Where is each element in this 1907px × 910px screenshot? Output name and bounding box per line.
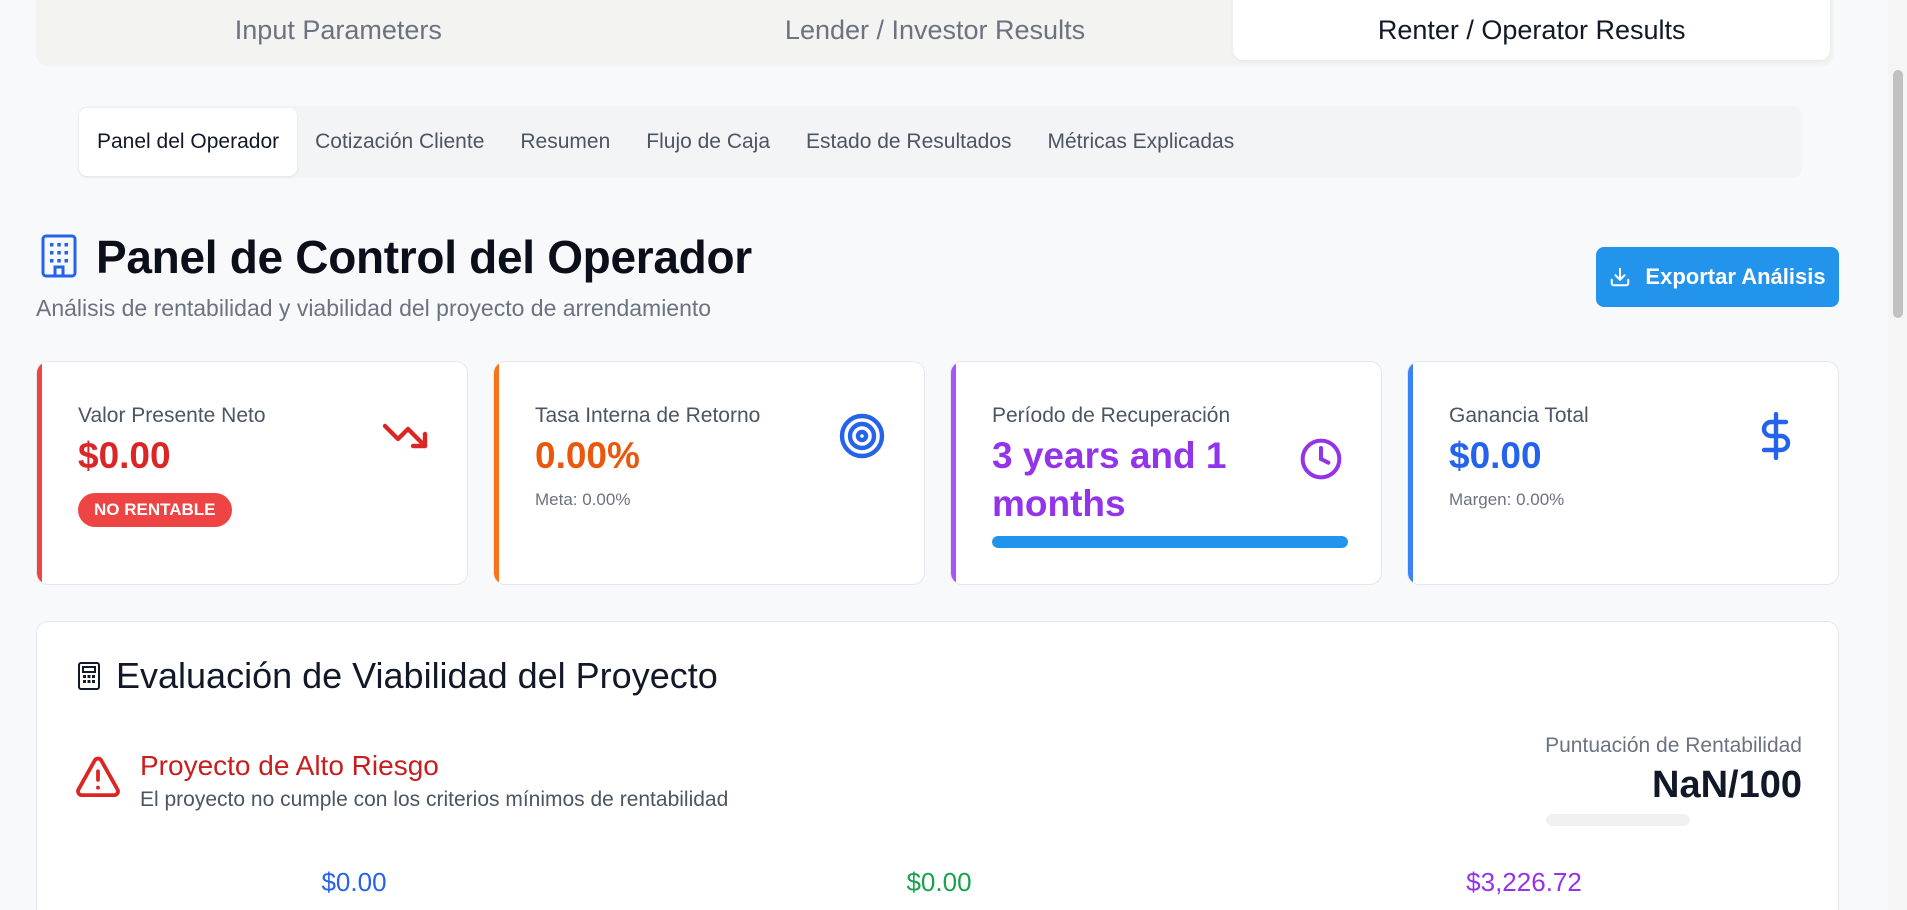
export-button-label: Exportar Análisis bbox=[1645, 264, 1826, 289]
scrollbar-thumb[interactable] bbox=[1893, 70, 1903, 318]
card-accent bbox=[494, 362, 499, 584]
download-icon bbox=[1611, 267, 1630, 287]
irr-label: Tasa Interna de Retorno bbox=[535, 404, 761, 427]
npv-value: $0.00 bbox=[78, 435, 171, 476]
npv-card: Valor Presente Neto $0.00 NO RENTABLE bbox=[36, 361, 468, 585]
calculator-icon bbox=[78, 662, 100, 690]
tab-panel-operador[interactable]: Panel del Operador bbox=[79, 108, 298, 176]
score-label: Puntuación de Rentabilidad bbox=[1545, 734, 1802, 757]
card-accent bbox=[37, 362, 42, 584]
payback-label: Período de Recuperación bbox=[992, 404, 1231, 427]
trending-down-icon bbox=[382, 423, 428, 449]
npv-label: Valor Presente Neto bbox=[78, 404, 266, 427]
tab-resumen[interactable]: Resumen bbox=[502, 108, 628, 176]
profit-value: $0.00 bbox=[1449, 435, 1542, 476]
viability-title: Evaluación de Viabilidad del Proyecto bbox=[116, 655, 718, 696]
tab-cotizacion-cliente[interactable]: Cotización Cliente bbox=[297, 108, 502, 176]
page-subtitle: Análisis de rentabilidad y viabilidad de… bbox=[36, 295, 712, 321]
tab-input-parameters[interactable]: Input Parameters bbox=[40, 0, 637, 60]
payback-progress-bar bbox=[992, 536, 1348, 548]
score-value: NaN/100 bbox=[1652, 764, 1802, 806]
risk-description: El proyecto no cumple con los criterios … bbox=[140, 788, 729, 811]
tab-flujo-caja[interactable]: Flujo de Caja bbox=[628, 108, 788, 176]
progress-fill bbox=[992, 536, 1348, 548]
alert-triangle-icon bbox=[76, 756, 120, 798]
target-icon bbox=[839, 413, 885, 459]
payback-value: 3 years and 1 months bbox=[992, 435, 1227, 524]
clock-icon bbox=[1300, 438, 1342, 480]
sub-tab-bar: Panel del Operador Cotización Cliente Re… bbox=[78, 106, 1802, 178]
total-profit-card: Ganancia Total $0.00 Margen: 0.00% bbox=[1407, 361, 1839, 585]
stat-value: $3,226.72 bbox=[1466, 867, 1582, 897]
page-title: Panel de Control del Operador bbox=[96, 231, 752, 283]
payback-card: Período de Recuperación 3 years and 1 mo… bbox=[950, 361, 1382, 585]
profit-margin: Margen: 0.00% bbox=[1449, 490, 1565, 509]
vertical-scrollbar[interactable] bbox=[1888, 0, 1907, 910]
tab-estado-resultados[interactable]: Estado de Resultados bbox=[788, 108, 1029, 176]
profit-label: Ganancia Total bbox=[1449, 404, 1589, 427]
tab-lender-investor-results[interactable]: Lender / Investor Results bbox=[637, 0, 1234, 60]
card-accent bbox=[951, 362, 956, 584]
stat-value: $0.00 bbox=[906, 867, 972, 897]
irr-target: Meta: 0.00% bbox=[535, 490, 631, 509]
tab-metricas-explicadas[interactable]: Métricas Explicadas bbox=[1029, 108, 1252, 176]
irr-card: Tasa Interna de Retorno 0.00% Meta: 0.00… bbox=[493, 361, 925, 585]
viability-panel: Evaluación de Viabilidad del Proyecto Pr… bbox=[36, 621, 1839, 910]
irr-value: 0.00% bbox=[535, 435, 640, 476]
risk-title: Proyecto de Alto Riesgo bbox=[140, 750, 439, 781]
tab-renter-operator-results[interactable]: Renter / Operator Results bbox=[1233, 0, 1831, 60]
card-accent bbox=[1408, 362, 1413, 584]
stat-value: $0.00 bbox=[321, 867, 387, 897]
page: Input Parameters Lender / Investor Resul… bbox=[0, 0, 1888, 910]
export-analysis-button[interactable]: Exportar Análisis bbox=[1596, 247, 1839, 307]
score-bar bbox=[1546, 814, 1690, 826]
dollar-icon bbox=[1761, 412, 1791, 460]
building-icon bbox=[41, 234, 77, 278]
status-badge: NO RENTABLE bbox=[78, 493, 232, 527]
top-tab-bar: Input Parameters Lender / Investor Resul… bbox=[36, 0, 1834, 66]
